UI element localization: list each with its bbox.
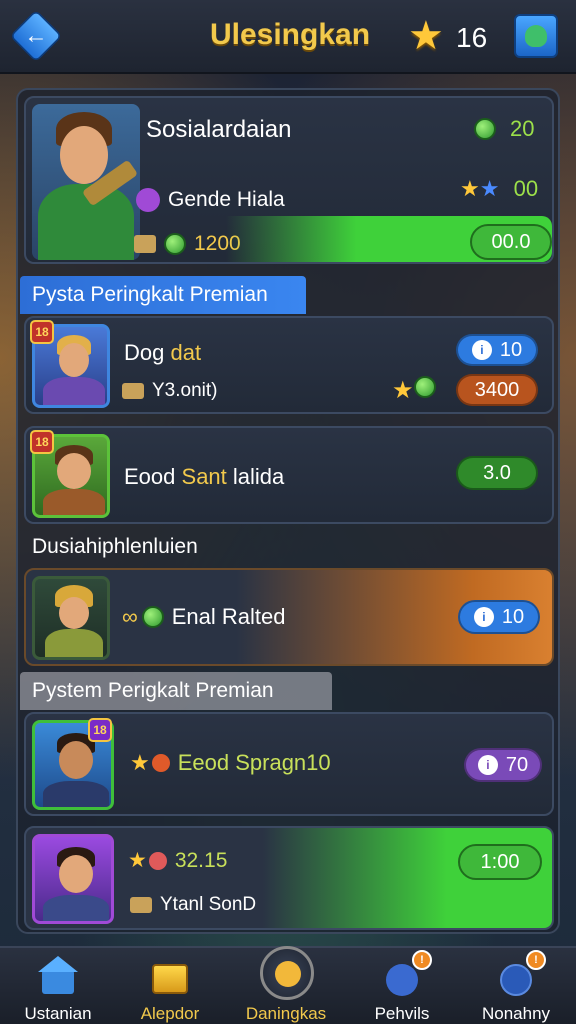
- level-pill[interactable]: i 10: [456, 334, 538, 366]
- row-title: ∞ Enal Ralted: [122, 604, 285, 630]
- value-label: 3.0: [483, 461, 511, 484]
- section-label-1: Pysta Peringkalt Premian: [20, 276, 306, 314]
- header-bar: ← Ulesingkan ★ 16: [0, 0, 576, 74]
- value-pill[interactable]: i 70: [464, 748, 542, 782]
- gem-count: 20: [510, 116, 535, 141]
- nav-item-battle[interactable]: Daningkas: [236, 946, 336, 1024]
- featured-subtitle: Gende Hiala: [168, 188, 285, 211]
- list-item[interactable]: ∞ Enal Ralted i 10: [24, 568, 554, 666]
- featured-gems: 20: [474, 116, 534, 142]
- nav-label: Ustanian: [24, 1004, 92, 1023]
- nav-item-more[interactable]: ! Nonahny: [466, 950, 566, 1024]
- star-icon: ★: [392, 377, 414, 404]
- row-value-text: 32.15: [174, 848, 228, 872]
- info-icon: i: [477, 755, 498, 775]
- page-title: Ulesingkan: [209, 18, 371, 51]
- nav-label: Nonahny: [481, 1004, 551, 1023]
- row-title-text: Enal Ralted: [171, 604, 286, 629]
- gem-icon: [164, 233, 186, 255]
- info-icon: i: [471, 340, 492, 360]
- featured-name: Sosialardaian: [146, 116, 292, 143]
- bottom-nav: Ustanian Alepdor Daningkas ! Pehvils ! N…: [0, 946, 576, 1024]
- level-value: 10: [501, 605, 525, 628]
- nav-item-chest[interactable]: Alepdor: [120, 954, 220, 1024]
- home-icon: [38, 956, 78, 996]
- star-count: 16: [456, 22, 488, 53]
- coin-icon: [148, 851, 167, 870]
- reward-value: 3400: [474, 378, 520, 401]
- row-avatar: [32, 834, 114, 924]
- star-count-featured: 00: [513, 176, 539, 201]
- sword-icon: [260, 946, 314, 1000]
- row-title: Dog dat: [124, 340, 201, 366]
- row-subtitle-text: Ytanl SonD: [160, 894, 257, 915]
- rank-badge: 18: [30, 430, 54, 454]
- row-title-a: Eood: [124, 464, 176, 489]
- featured-card[interactable]: Sosialardaian Gende Hiala 20 ★★ 00 1200 …: [24, 96, 554, 264]
- featured-avatar: [32, 104, 140, 260]
- nav-label: Pehvils: [374, 1004, 430, 1023]
- profile-button[interactable]: [514, 14, 558, 58]
- row-subtitle-text: Y3.onit): [152, 380, 218, 401]
- featured-action-label: 00.0: [491, 230, 531, 253]
- orb-icon: [136, 188, 160, 212]
- row-title-b: dat: [170, 340, 202, 365]
- rank-badge: 18: [88, 718, 112, 742]
- star-icon: ★: [128, 849, 147, 872]
- chest-icon: [130, 897, 152, 913]
- list-item[interactable]: 18 ★ Eeod Spragn10 i 70: [24, 712, 554, 816]
- main-panel: Sosialardaian Gende Hiala 20 ★★ 00 1200 …: [16, 88, 560, 934]
- value-label: 70: [505, 753, 529, 776]
- section-label-2: Dusiahiphlenluien: [32, 535, 198, 558]
- gem-icon: [141, 606, 164, 628]
- chest-icon: [122, 383, 144, 399]
- gem-icon: [474, 118, 496, 140]
- gem-icon: [413, 376, 436, 398]
- value-label: 1:00: [480, 850, 520, 873]
- featured-subtitle-row: Gende Hiala: [136, 188, 285, 212]
- row-subtitle: Ytanl SonD: [130, 894, 256, 916]
- list-item[interactable]: 18 Dog dat Y3.onit) i 10 ★ 3400: [24, 316, 554, 414]
- row-title-b: Sant: [181, 464, 227, 489]
- level-value: 10: [499, 338, 523, 361]
- row-title-c: lalida: [232, 464, 285, 489]
- featured-stars: ★★ 00: [460, 176, 538, 202]
- star-icon: ★: [130, 750, 150, 775]
- section-label-3: Pystem Perigkalt Premian: [20, 672, 332, 710]
- rank-badge: 18: [30, 320, 54, 344]
- row-title: ★ Eeod Spragn10: [130, 750, 331, 776]
- value-pill[interactable]: 1:00: [458, 844, 542, 880]
- row-title-a: Dog: [124, 340, 165, 365]
- value-pill[interactable]: 3.0: [456, 456, 538, 490]
- row-value: ★ 32.15: [128, 848, 227, 873]
- nav-label: Daningkas: [245, 1004, 327, 1023]
- reward-pill[interactable]: 3400: [456, 374, 538, 406]
- star-icon: ★: [479, 176, 500, 201]
- row-avatar: [32, 576, 110, 660]
- nav-item-home[interactable]: Ustanian: [8, 954, 108, 1024]
- list-item[interactable]: 18 Eood Sant lalida 3.0: [24, 426, 554, 524]
- notification-badge: !: [412, 950, 432, 970]
- back-button[interactable]: ←: [9, 9, 63, 63]
- star-icon: ★: [460, 176, 480, 201]
- link-icon: ∞: [122, 604, 138, 629]
- nav-item-profiles[interactable]: ! Pehvils: [352, 950, 452, 1024]
- notification-badge: !: [526, 950, 546, 970]
- list-item[interactable]: ★ 32.15 Ytanl SonD 1:00: [24, 826, 554, 930]
- chest-icon: [134, 235, 156, 253]
- info-icon: i: [473, 607, 494, 627]
- reward-icons: ★: [392, 376, 436, 405]
- row-title-text: Eeod Spragn10: [177, 750, 331, 775]
- user-icon: [525, 25, 547, 47]
- row-subtitle: Y3.onit): [122, 380, 217, 402]
- coin-icon: [151, 754, 170, 772]
- featured-action-button[interactable]: 00.0: [470, 224, 552, 260]
- star-icon: ★: [408, 14, 444, 58]
- row-title: Eood Sant lalida: [124, 464, 284, 490]
- arrow-left-icon: ←: [24, 22, 48, 49]
- chest-icon: [150, 956, 190, 996]
- featured-coins: 1200: [134, 232, 241, 256]
- level-pill[interactable]: i 10: [458, 600, 540, 634]
- nav-label: Alepdor: [140, 1004, 200, 1023]
